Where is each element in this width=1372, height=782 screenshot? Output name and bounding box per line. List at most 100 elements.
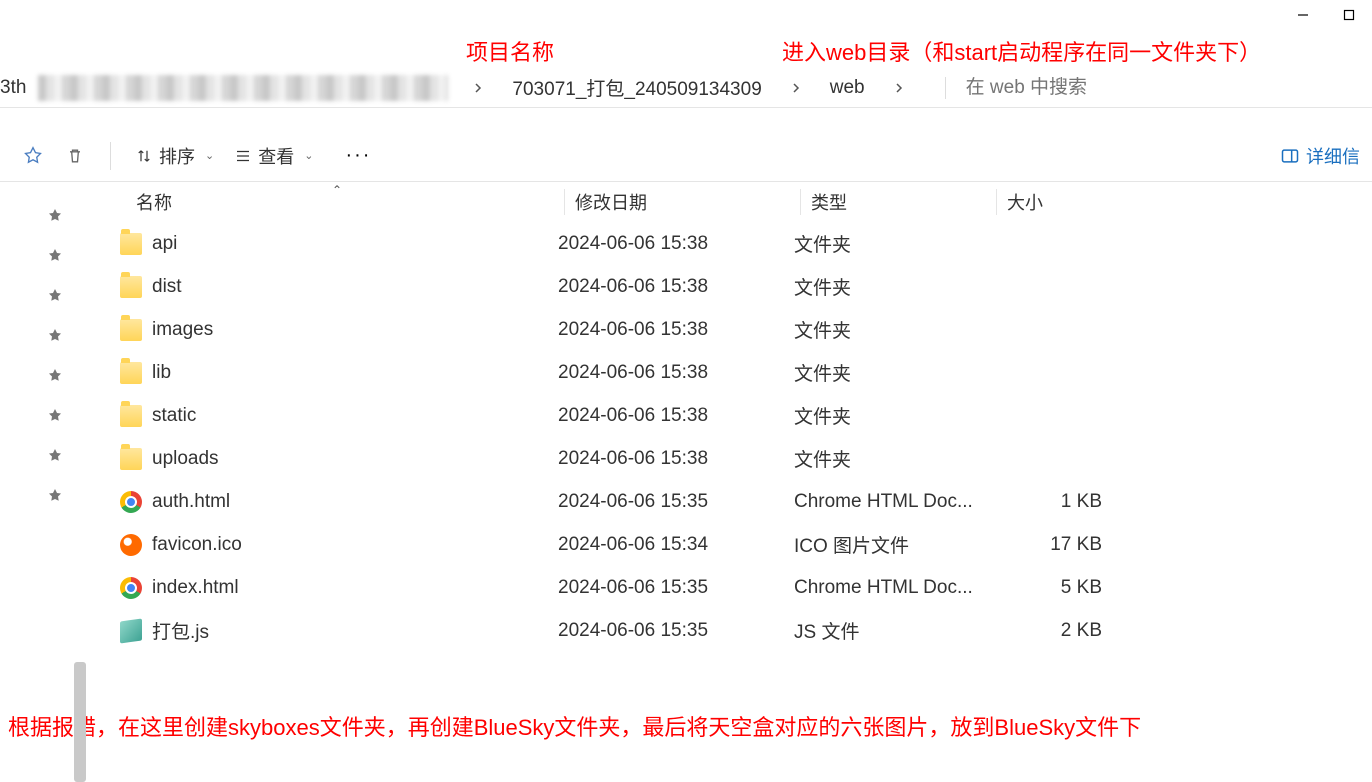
quick-access-pin[interactable] — [0, 196, 83, 236]
file-type: 文件夹 — [784, 359, 980, 386]
chrome-icon — [120, 577, 142, 599]
file-date: 2024-06-06 15:38 — [548, 405, 784, 427]
search-input[interactable] — [966, 77, 1266, 99]
file-date: 2024-06-06 15:38 — [548, 319, 784, 341]
column-header-date[interactable]: 修改日期 — [564, 189, 800, 215]
folder-icon — [120, 405, 142, 427]
file-size: 17 KB — [980, 534, 1120, 556]
file-row[interactable]: index.html 2024-06-06 15:35Chrome HTML Do… — [114, 566, 1372, 609]
file-type: 文件夹 — [784, 230, 980, 257]
ico-file-icon — [120, 534, 142, 556]
file-row[interactable]: static 2024-06-06 15:38文件夹 — [114, 394, 1372, 437]
quick-access-pin[interactable] — [0, 476, 83, 516]
file-list-area: 名称 ⌃ 修改日期 类型 大小 api2024-06-06 15:38文件夹di… — [84, 182, 1372, 772]
search-area — [945, 77, 1372, 99]
folder-icon — [120, 362, 142, 384]
chevron-right-icon[interactable] — [452, 82, 504, 94]
file-name: static — [152, 405, 196, 427]
quick-access-pin[interactable] — [0, 356, 83, 396]
file-type: Chrome HTML Doc... — [784, 577, 980, 599]
main-area: 名称 ⌃ 修改日期 类型 大小 api2024-06-06 15:38文件夹di… — [0, 182, 1372, 772]
view-button[interactable]: 查看 ⌄ — [224, 137, 323, 175]
file-date: 2024-06-06 15:38 — [548, 362, 784, 384]
breadcrumb-obscured — [38, 75, 448, 101]
file-date: 2024-06-06 15:35 — [548, 577, 784, 599]
quick-access-pin[interactable] — [0, 316, 83, 356]
window-controls — [1280, 0, 1372, 30]
file-date: 2024-06-06 15:35 — [548, 491, 784, 513]
chrome-icon — [120, 491, 142, 513]
file-list: api2024-06-06 15:38文件夹dist2024-06-06 15:… — [114, 222, 1372, 652]
view-label: 查看 — [258, 143, 294, 169]
annotation-enter-web: 进入web目录（和start启动程序在同一文件夹下） — [782, 35, 1261, 67]
column-header-size[interactable]: 大小 — [996, 189, 1136, 215]
delete-icon[interactable] — [54, 138, 96, 174]
file-date: 2024-06-06 15:38 — [548, 233, 784, 255]
file-size: 2 KB — [980, 620, 1120, 642]
file-row[interactable]: 打包.js 2024-06-06 15:35JS 文件2 KB — [114, 609, 1372, 652]
file-name: lib — [152, 362, 171, 384]
quick-access-pin[interactable] — [0, 276, 83, 316]
file-type: 文件夹 — [784, 316, 980, 343]
file-row[interactable]: images 2024-06-06 15:38文件夹 — [114, 308, 1372, 351]
file-row[interactable]: api 2024-06-06 15:38文件夹 — [114, 222, 1372, 265]
details-pane-button[interactable]: 详细信 — [1280, 143, 1360, 169]
file-row[interactable]: auth.html 2024-06-06 15:35Chrome HTML Doc… — [114, 480, 1372, 523]
js-file-icon — [120, 618, 142, 643]
annotation-project-name: 项目名称 — [466, 35, 554, 67]
chevron-down-icon: ⌄ — [205, 149, 214, 162]
folder-icon — [120, 448, 142, 470]
file-type: JS 文件 — [784, 617, 980, 644]
quick-access-pin[interactable] — [0, 436, 83, 476]
file-type: 文件夹 — [784, 402, 980, 429]
file-size: 5 KB — [980, 577, 1120, 599]
breadcrumb-segment-web[interactable]: web — [822, 77, 873, 99]
quick-access-pin[interactable] — [0, 236, 83, 276]
file-name: 打包.js — [152, 617, 209, 644]
window-maximize-button[interactable] — [1326, 0, 1372, 30]
file-name: auth.html — [152, 491, 230, 513]
file-name: uploads — [152, 448, 219, 470]
file-date: 2024-06-06 15:34 — [548, 534, 784, 556]
file-row[interactable]: favicon.ico 2024-06-06 15:34ICO 图片文件17 KB — [114, 523, 1372, 566]
quick-access-rail — [0, 182, 84, 772]
file-date: 2024-06-06 15:38 — [548, 448, 784, 470]
file-type: ICO 图片文件 — [784, 531, 980, 558]
file-name: api — [152, 233, 177, 255]
file-row[interactable]: lib 2024-06-06 15:38文件夹 — [114, 351, 1372, 394]
file-date: 2024-06-06 15:38 — [548, 276, 784, 298]
chevron-right-icon[interactable] — [770, 82, 822, 94]
chevron-down-icon: ⌄ — [304, 149, 313, 162]
file-name: images — [152, 319, 213, 341]
breadcrumb-prefix: 3th — [0, 77, 34, 99]
file-date: 2024-06-06 15:35 — [548, 620, 784, 642]
more-button[interactable]: ··· — [333, 138, 383, 173]
sort-ascending-icon: ⌃ — [332, 183, 342, 197]
toolbar: 排序 ⌄ 查看 ⌄ ··· 详细信 — [0, 130, 1372, 182]
folder-icon — [120, 233, 142, 255]
chevron-right-icon[interactable] — [873, 82, 925, 94]
file-name: dist — [152, 276, 182, 298]
file-type: 文件夹 — [784, 445, 980, 472]
breadcrumb-segment-project[interactable]: 703071_打包_240509134309 — [504, 74, 769, 101]
address-bar[interactable]: 3th 703071_打包_240509134309 web — [0, 68, 1372, 108]
file-name: favicon.ico — [152, 534, 242, 556]
column-header-name[interactable]: 名称 ⌃ — [136, 189, 564, 215]
column-headers: 名称 ⌃ 修改日期 类型 大小 — [114, 182, 1372, 222]
file-row[interactable]: uploads 2024-06-06 15:38文件夹 — [114, 437, 1372, 480]
file-type: 文件夹 — [784, 273, 980, 300]
details-label: 详细信 — [1306, 143, 1360, 169]
scrollbar-thumb[interactable] — [74, 662, 86, 782]
folder-icon — [120, 276, 142, 298]
sort-label: 排序 — [159, 143, 195, 169]
pin-icon[interactable] — [12, 138, 54, 174]
file-name: index.html — [152, 577, 239, 599]
sort-button[interactable]: 排序 ⌄ — [125, 137, 224, 175]
file-size: 1 KB — [980, 491, 1120, 513]
file-type: Chrome HTML Doc... — [784, 491, 980, 513]
folder-icon — [120, 319, 142, 341]
quick-access-pin[interactable] — [0, 396, 83, 436]
column-header-type[interactable]: 类型 — [800, 189, 996, 215]
file-row[interactable]: dist 2024-06-06 15:38文件夹 — [114, 265, 1372, 308]
window-minimize-button[interactable] — [1280, 0, 1326, 30]
